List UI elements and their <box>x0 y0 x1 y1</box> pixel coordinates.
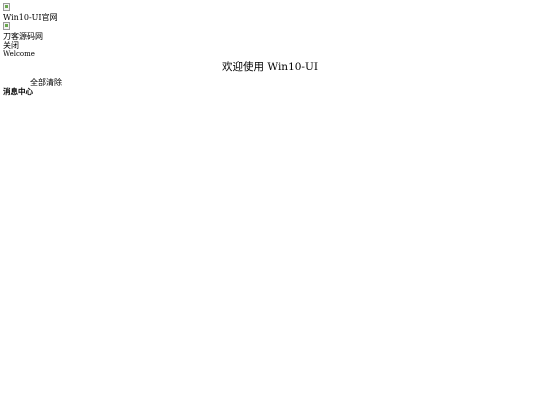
clear-all-button[interactable]: 全部清除 <box>30 78 62 87</box>
welcome-subtitle: Welcome <box>3 50 35 58</box>
shortcut-label: Win10-UI官网 <box>3 13 58 22</box>
shortcut-win10-ui-official[interactable]: Win10-UI官网 <box>3 3 58 22</box>
broken-image-icon <box>3 3 10 11</box>
shortcut-daoke-source[interactable]: 刀客源码网 <box>3 22 43 41</box>
welcome-title: 欢迎使用 Win10-UI <box>222 61 318 73</box>
desktop: Win10-UI官网 刀客源码网 关闭 Welcome 欢迎使用 Win10-U… <box>0 0 540 405</box>
broken-image-icon <box>3 22 10 30</box>
message-center-title: 消息中心 <box>3 87 33 96</box>
close-button[interactable]: 关闭 <box>3 41 19 50</box>
shortcut-label: 刀客源码网 <box>3 32 43 41</box>
